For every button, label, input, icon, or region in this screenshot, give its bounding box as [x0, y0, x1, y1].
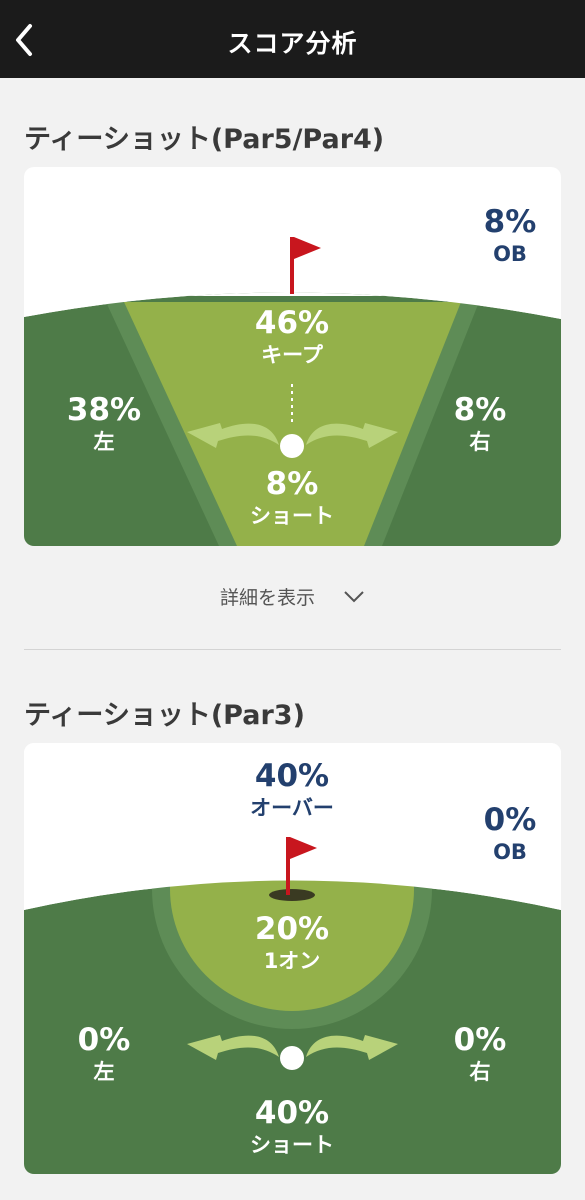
short-percent: 40%: [254, 1095, 330, 1131]
right-percent: 8%: [453, 392, 507, 428]
keep-percent: 46%: [254, 305, 330, 341]
left-label: 左: [93, 430, 115, 454]
left-stat: 0% 左: [34, 1025, 174, 1083]
one-on-stat: 20% 1オン: [222, 914, 362, 972]
ob-stat: 0% OB: [440, 805, 561, 863]
right-stat: 0% 右: [410, 1025, 550, 1083]
short-stat: 8% ショート: [222, 469, 362, 527]
left-percent: 0%: [77, 1022, 131, 1058]
one-on-label: 1オン: [263, 949, 321, 973]
app-header: スコア分析: [0, 0, 585, 78]
cup-hole: [269, 889, 315, 901]
chevron-down-icon: [344, 590, 364, 602]
short-stat: 40% ショート: [222, 1098, 362, 1156]
right-stat: 8% 右: [410, 395, 550, 453]
page-title: スコア分析: [227, 29, 358, 58]
over-stat: 40% オーバー: [222, 761, 362, 819]
short-percent: 8%: [265, 466, 319, 502]
ob-label: OB: [493, 242, 527, 266]
short-label: ショート: [250, 1133, 334, 1157]
section-title-par3: ティーショット(Par3): [24, 700, 305, 731]
left-stat: 38% 左: [34, 395, 174, 453]
over-label: オーバー: [250, 796, 334, 820]
show-details-label: 詳細を表示: [219, 587, 315, 609]
tee-shot-card-par5-par4: 8% OB 46% キープ 38% 左 8% 右 8% ショート: [24, 167, 561, 546]
section-title-par5-par4: ティーショット(Par5/Par4): [24, 124, 385, 155]
show-details-toggle[interactable]: 詳細を表示: [0, 583, 585, 615]
left-label: 左: [93, 1060, 115, 1084]
ob-label: OB: [493, 840, 527, 864]
ob-percent: 0%: [483, 802, 537, 838]
section-divider: [24, 649, 561, 650]
tee-shot-card-par3: 40% オーバー 0% OB 20% 1オン 0% 左 0% 右 40% ショー…: [24, 743, 561, 1174]
right-label: 右: [469, 1060, 491, 1084]
short-label: ショート: [250, 504, 334, 528]
ball-icon: [280, 434, 304, 458]
ball-icon: [280, 1046, 304, 1070]
right-label: 右: [469, 430, 491, 454]
right-percent: 0%: [453, 1022, 507, 1058]
left-percent: 38%: [66, 392, 142, 428]
over-percent: 40%: [254, 758, 330, 794]
ob-percent: 8%: [483, 204, 537, 240]
keep-label: キープ: [261, 343, 323, 367]
flag-icon: [290, 237, 321, 294]
one-on-percent: 20%: [254, 911, 330, 947]
ob-stat: 8% OB: [440, 207, 561, 265]
keep-stat: 46% キープ: [222, 308, 362, 366]
